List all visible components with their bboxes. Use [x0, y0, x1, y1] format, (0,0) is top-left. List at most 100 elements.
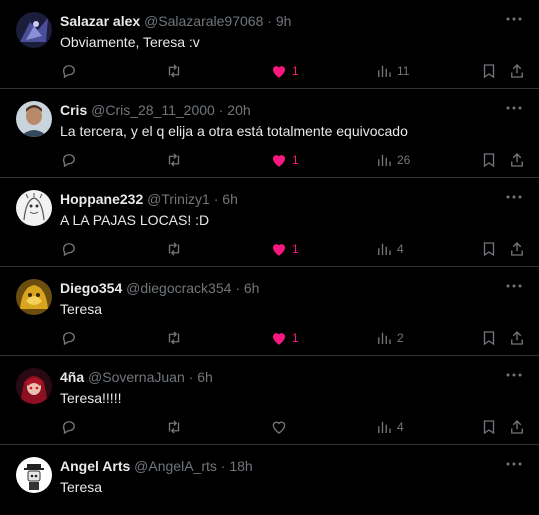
share-button[interactable] [508, 238, 526, 260]
user-handle[interactable]: @Trinizy1 [147, 191, 210, 207]
views-button[interactable]: 2 [375, 327, 404, 349]
analytics-icon [378, 154, 391, 166]
user-handle[interactable]: @diegocrack354 [126, 280, 231, 296]
bookmark-button[interactable] [480, 238, 498, 260]
tweet[interactable]: Salazar alex @Salazarale97068 · 9h Obvia… [0, 0, 539, 89]
more-icon[interactable] [505, 281, 523, 291]
tweet-header: 4ña @SovernaJuan · 6h [60, 367, 499, 387]
action-bar: 1 4 [52, 238, 532, 260]
heart-filled-icon [273, 244, 285, 256]
like-button[interactable]: 1 [270, 60, 299, 82]
retweet-icon [168, 420, 180, 434]
bookmark-button[interactable] [480, 416, 498, 438]
reply-button[interactable] [60, 327, 78, 349]
reply-button[interactable] [60, 238, 78, 260]
tweet[interactable]: Cris @Cris_28_11_2000 · 20h La tercera, … [0, 89, 539, 178]
analytics-icon [378, 421, 391, 433]
more-icon[interactable] [505, 14, 523, 24]
heart-outline-icon [272, 421, 286, 434]
more-icon[interactable] [505, 370, 523, 380]
display-name[interactable]: Angel Arts [60, 458, 130, 474]
views-button[interactable]: 26 [375, 149, 410, 171]
like-button[interactable]: 1 [270, 149, 299, 171]
bookmark-icon [483, 153, 495, 168]
action-bar: 1 11 [52, 60, 532, 82]
like-button[interactable] [270, 416, 292, 438]
tweet-header: Angel Arts @AngelA_rts · 18h [60, 456, 499, 476]
avatar[interactable] [16, 457, 52, 493]
avatar[interactable] [16, 190, 52, 226]
like-count: 1 [292, 64, 299, 78]
tweet-text: A LA PAJAS LOCAS! :D [60, 212, 210, 228]
reply-button[interactable] [60, 149, 78, 171]
user-handle[interactable]: @Cris_28_11_2000 [91, 102, 215, 118]
tweet-text: Teresa [60, 479, 103, 495]
bookmark-button[interactable] [480, 60, 498, 82]
tweet-text: Obviamente, Teresa :v [60, 34, 200, 50]
user-handle[interactable]: @SovernaJuan [88, 369, 185, 385]
tweet[interactable]: Diego354 @diegocrack354 · 6h Teresa 1 2 [0, 267, 539, 356]
display-name[interactable]: Diego354 [60, 280, 122, 296]
reply-button[interactable] [60, 416, 78, 438]
views-button[interactable]: 4 [375, 416, 404, 438]
tweet[interactable]: Hoppane232 @Trinizy1 · 6h A LA PAJAS LOC… [0, 178, 539, 267]
display-name[interactable]: Hoppane232 [60, 191, 143, 207]
tweet[interactable]: 4ña @SovernaJuan · 6h Teresa!!!!! 4 [0, 356, 539, 445]
analytics-icon [378, 332, 391, 344]
share-button[interactable] [508, 416, 526, 438]
share-icon [511, 153, 523, 167]
retweet-button[interactable] [165, 60, 183, 82]
avatar[interactable] [16, 101, 52, 137]
share-button[interactable] [508, 149, 526, 171]
display-name[interactable]: Cris [60, 102, 87, 118]
analytics-icon [378, 65, 391, 77]
views-button[interactable]: 11 [375, 60, 409, 82]
reply-feed: Salazar alex @Salazarale97068 · 9h Obvia… [0, 0, 539, 515]
more-icon[interactable] [505, 192, 523, 202]
tweet-header: Diego354 @diegocrack354 · 6h [60, 278, 499, 298]
share-button[interactable] [508, 60, 526, 82]
retweet-icon [168, 64, 180, 78]
share-icon [511, 242, 523, 256]
more-icon[interactable] [505, 459, 523, 469]
tweet[interactable]: Angel Arts @AngelA_rts · 18h Teresa [0, 445, 539, 515]
share-icon [511, 331, 523, 345]
bookmark-button[interactable] [480, 149, 498, 171]
retweet-button[interactable] [165, 149, 183, 171]
heart-filled-icon [273, 155, 285, 167]
tweet-text: La tercera, y el q elija a otra está tot… [60, 123, 408, 139]
view-count: 2 [397, 331, 404, 345]
avatar[interactable] [16, 12, 52, 48]
timestamp[interactable]: 6h [197, 369, 213, 385]
like-count: 1 [292, 242, 299, 256]
display-name[interactable]: Salazar alex [60, 13, 140, 29]
reply-icon [62, 154, 75, 168]
view-count: 11 [397, 64, 410, 78]
separator: · [213, 191, 219, 207]
timestamp[interactable]: 9h [276, 13, 292, 29]
timestamp[interactable]: 6h [244, 280, 260, 296]
retweet-button[interactable] [165, 327, 183, 349]
avatar[interactable] [16, 279, 52, 315]
tweet-text: Teresa [60, 301, 103, 317]
user-handle[interactable]: @AngelA_rts [134, 458, 217, 474]
timestamp[interactable]: 20h [227, 102, 250, 118]
user-handle[interactable]: @Salazarale97068 [144, 13, 263, 29]
tweet-header: Cris @Cris_28_11_2000 · 20h [60, 100, 499, 120]
bookmark-button[interactable] [480, 327, 498, 349]
timestamp[interactable]: 6h [222, 191, 238, 207]
timestamp[interactable]: 18h [229, 458, 252, 474]
more-icon[interactable] [505, 103, 523, 113]
reply-button[interactable] [60, 60, 78, 82]
display-name[interactable]: 4ña [60, 369, 84, 385]
views-button[interactable]: 4 [375, 238, 404, 260]
reply-icon [62, 332, 75, 346]
avatar[interactable] [16, 368, 52, 404]
separator: · [220, 458, 226, 474]
retweet-button[interactable] [165, 416, 183, 438]
like-button[interactable]: 1 [270, 238, 299, 260]
separator: · [267, 13, 272, 29]
retweet-button[interactable] [165, 238, 183, 260]
like-button[interactable]: 1 [270, 327, 299, 349]
share-button[interactable] [508, 327, 526, 349]
